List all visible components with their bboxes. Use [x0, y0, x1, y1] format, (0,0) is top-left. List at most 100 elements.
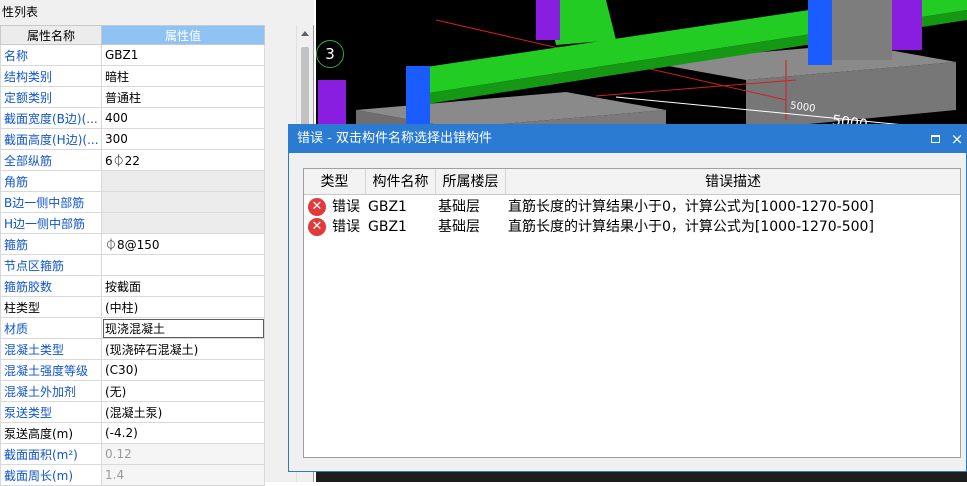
maximize-button[interactable] — [925, 129, 945, 149]
property-value[interactable] — [101, 254, 265, 276]
property-value[interactable]: (混凝土泵) — [101, 401, 265, 423]
property-row-b-side-rebar: B边一侧中部筋 — [0, 191, 265, 213]
property-label: 泵送高度(m) — [0, 422, 102, 444]
property-label: 截面周长(m) — [0, 464, 102, 486]
column — [892, 0, 922, 50]
property-row-column-type: 柱类型 (中柱) — [0, 296, 265, 318]
column — [832, 0, 892, 60]
property-label: 全部纵筋 — [0, 149, 102, 171]
property-label: 定额类别 — [0, 86, 102, 108]
property-row-section-area: 截面面积(m²) 0.12 — [0, 443, 265, 465]
column-header-component[interactable]: 构件名称 — [366, 169, 436, 195]
error-type: 错误 — [332, 219, 360, 235]
error-type: 错误 — [332, 199, 360, 215]
property-value[interactable]: ⏀8@150 — [101, 233, 265, 255]
panel-title: 性列表 — [0, 0, 314, 25]
property-label: 截面宽度(B边)(... — [0, 107, 102, 129]
floor-number-badge: 3 — [316, 40, 344, 68]
dialog-title: 错误 - 双击构件名称选择出错构件 — [297, 131, 492, 146]
property-label: B边一侧中部筋 — [0, 191, 102, 213]
property-label: 混凝土类型 — [0, 338, 102, 360]
property-row-h-side-rebar: H边一侧中部筋 — [0, 212, 265, 234]
property-row-structure-type: 结构类别 暗柱 — [0, 65, 265, 87]
dialog-titlebar[interactable]: 错误 - 双击构件名称选择出错构件 × — [289, 125, 966, 153]
property-label: 名称 — [0, 44, 102, 66]
property-row-pump-height: 泵送高度(m) (-4.2) — [0, 422, 265, 444]
property-label: 材质 — [0, 317, 102, 339]
column — [536, 0, 560, 40]
property-value[interactable]: 暗柱 — [101, 65, 265, 87]
error-dialog: 错误 - 双击构件名称选择出错构件 × 类型 构件名称 所属楼层 错误描述 ✕ … — [288, 124, 967, 472]
column-header-type[interactable]: 类型 — [304, 169, 366, 195]
property-row-concrete-grade: 混凝土强度等级 (C30) — [0, 359, 265, 381]
property-value: 0.12 — [101, 443, 265, 465]
property-row-corner-rebar: 角筋 — [0, 170, 265, 192]
property-row-height-h: 截面高度(H边)(... 300 — [0, 128, 265, 150]
error-icon: ✕ — [308, 218, 326, 236]
column — [406, 66, 430, 131]
property-row-admixture: 混凝土外加剂 (无) — [0, 380, 265, 402]
property-value[interactable]: (无) — [101, 380, 265, 402]
property-row-quota-type: 定额类别 普通柱 — [0, 86, 265, 108]
property-row-pump-type: 泵送类型 (混凝土泵) — [0, 401, 265, 423]
close-button[interactable]: × — [947, 129, 967, 149]
scroll-up-arrow-icon[interactable] — [301, 31, 309, 36]
property-label: 箍筋胶数 — [0, 275, 102, 297]
maximize-icon — [930, 134, 940, 143]
property-row-section-perimeter: 截面周长(m) 1.4 — [0, 464, 265, 486]
column-header-name[interactable]: 属性名称 — [0, 25, 102, 45]
error-list-header: 类型 构件名称 所属楼层 错误描述 — [304, 169, 960, 195]
property-value[interactable]: (C30) — [101, 359, 265, 381]
property-label: 泵送类型 — [0, 401, 102, 423]
error-floor: 基础层 — [438, 199, 480, 215]
property-row-all-rebar: 全部纵筋 6⏀22 — [0, 149, 265, 171]
property-table: 属性名称 属性值 名称 GBZ1 结构类别 暗柱 定额类别 普通柱 截面宽度(B边)(… — [0, 25, 265, 486]
property-value[interactable]: (中柱) — [101, 296, 265, 318]
property-value[interactable]: 6⏀22 — [101, 149, 265, 171]
error-component-name[interactable]: GBZ1 — [368, 197, 407, 217]
property-label: 角筋 — [0, 170, 102, 192]
column-header-floor[interactable]: 所属楼层 — [436, 169, 506, 195]
error-icon: ✕ — [308, 198, 326, 216]
property-value[interactable]: 普通柱 — [101, 86, 265, 108]
property-label: 柱类型 — [0, 296, 102, 318]
property-row-material: 材质 现浇混凝土 — [0, 317, 265, 339]
property-row-node-stirrup: 节点区箍筋 — [0, 254, 265, 276]
property-value[interactable]: 400 — [101, 107, 265, 129]
property-row-name: 名称 GBZ1 — [0, 44, 265, 66]
property-label: 截面面积(m²) — [0, 443, 102, 465]
error-description: 直筋长度的计算结果小于0，计算公式为[1000-1270-500] — [508, 219, 874, 235]
property-label: H边一侧中部筋 — [0, 212, 102, 234]
property-row-concrete-type: 混凝土类型 (现浇碎石混凝土) — [0, 338, 265, 360]
property-value[interactable]: 按截面 — [101, 275, 265, 297]
property-value[interactable]: GBZ1 — [101, 44, 265, 66]
property-value[interactable] — [101, 212, 265, 234]
property-value[interactable]: (现浇碎石混凝土) — [101, 338, 265, 360]
property-panel: 性列表 属性名称 属性值 名称 GBZ1 结构类别 暗柱 定额类别 普通柱 截面宽度(… — [0, 0, 314, 486]
property-value: 1.4 — [101, 464, 265, 486]
property-label: 截面高度(H边)(... — [0, 128, 102, 150]
property-row-stirrup-legs: 箍筋胶数 按截面 — [0, 275, 265, 297]
error-row[interactable]: ✕ 错误 GBZ1 基础层 直筋长度的计算结果小于0，计算公式为[1000-12… — [304, 197, 960, 217]
error-row[interactable]: ✕ 错误 GBZ1 基础层 直筋长度的计算结果小于0，计算公式为[1000-12… — [304, 217, 960, 237]
error-floor: 基础层 — [438, 219, 480, 235]
property-value[interactable]: (-4.2) — [101, 422, 265, 444]
status-strip — [316, 472, 967, 482]
property-label: 节点区箍筋 — [0, 254, 102, 276]
error-component-name[interactable]: GBZ1 — [368, 217, 407, 237]
property-label: 混凝土外加剂 — [0, 380, 102, 402]
property-label: 箍筋 — [0, 233, 102, 255]
property-label: 混凝土强度等级 — [0, 359, 102, 381]
error-description: 直筋长度的计算结果小于0，计算公式为[1000-1270-500] — [508, 199, 874, 215]
property-row-width-b: 截面宽度(B边)(... 400 — [0, 107, 265, 129]
property-value[interactable]: 现浇混凝土 — [101, 317, 265, 339]
column-header-description[interactable]: 错误描述 — [506, 169, 960, 195]
property-value[interactable] — [101, 191, 265, 213]
property-value[interactable] — [101, 170, 265, 192]
column — [808, 0, 832, 65]
property-label: 结构类别 — [0, 65, 102, 87]
property-value[interactable]: 300 — [101, 128, 265, 150]
property-row-stirrup: 箍筋 ⏀8@150 — [0, 233, 265, 255]
column-header-value[interactable]: 属性值 — [101, 25, 265, 45]
error-list: 类型 构件名称 所属楼层 错误描述 ✕ 错误 GBZ1 基础层 直筋长度的计算结… — [303, 168, 961, 458]
